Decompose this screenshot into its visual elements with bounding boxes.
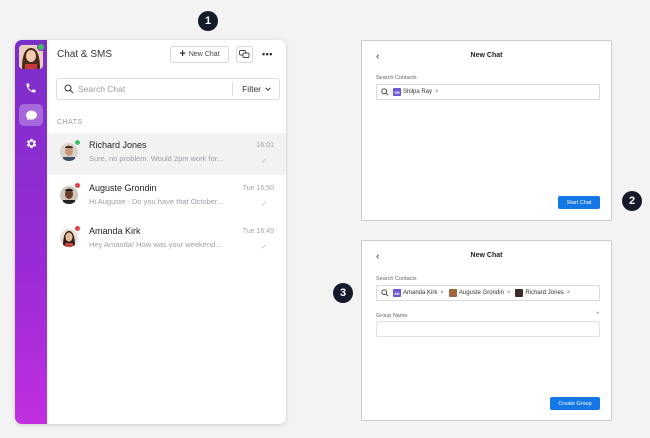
step-badge-3: 3 <box>333 283 353 303</box>
chat-row-richard-jones[interactable]: Richard Jones Sure, no problem. Would 2p… <box>47 133 286 175</box>
token-avatar: AK <box>393 289 401 297</box>
chat-time: 16:01 <box>256 142 274 149</box>
chat-name: Richard Jones <box>89 140 147 150</box>
search-contacts-label: Search Contacts <box>376 276 417 282</box>
status-badge <box>74 225 81 232</box>
check-icon: ✓ <box>261 201 267 208</box>
app-title: Chat & SMS <box>57 49 113 60</box>
new-chat-dialog-single: ‹ New Chat Search Contacts SR Shilpa Ray… <box>361 40 612 221</box>
chat-name: Auguste Grondin <box>89 183 157 193</box>
plus-icon: + <box>179 48 186 60</box>
chat-time: Tue 16:49 <box>242 228 274 235</box>
contact-token: Richard Jones × <box>515 289 570 297</box>
search-chat-input[interactable]: Search Chat Filter <box>56 78 280 100</box>
search-contacts-input[interactable]: AK Amanda Kirk × Auguste Grondin × Richa… <box>376 285 600 301</box>
search-icon <box>64 84 74 94</box>
remove-token-icon[interactable]: × <box>440 290 444 296</box>
online-status-dot <box>37 43 45 51</box>
chats-section-label: CHATS <box>57 119 83 126</box>
group-name-label: Group Name <box>376 313 408 319</box>
group-name-input[interactable] <box>376 321 600 337</box>
remove-token-icon[interactable]: × <box>507 290 511 296</box>
chat-time: Tue 16:50 <box>242 185 274 192</box>
check-icon: ✓ <box>261 244 267 251</box>
nav-rail <box>15 40 47 424</box>
create-group-button[interactable]: Create Group <box>550 397 600 410</box>
contact-token: SR Shilpa Ray × <box>393 88 439 96</box>
more-options-icon[interactable]: ••• <box>262 49 273 59</box>
contact-token: Auguste Grondin × <box>448 289 511 297</box>
chat-app-window: Chat & SMS + New Chat ••• Search Chat Fi… <box>15 40 286 424</box>
check-icon: ✓ <box>261 158 267 165</box>
token-name: Shilpa Ray <box>403 89 433 95</box>
start-chat-button[interactable]: Start Chat <box>558 196 600 209</box>
phone-icon[interactable] <box>21 78 41 98</box>
group-chat-button[interactable] <box>236 46 253 63</box>
chat-panel: Chat & SMS + New Chat ••• Search Chat Fi… <box>47 40 286 424</box>
search-contacts-input[interactable]: SR Shilpa Ray × <box>376 84 600 100</box>
remove-token-icon[interactable]: × <box>567 290 571 296</box>
token-avatar <box>448 289 457 297</box>
filter-label: Filter <box>242 84 261 94</box>
status-badge <box>74 139 81 146</box>
dialog-title: New Chat <box>470 52 503 59</box>
chat-row-amanda-kirk[interactable]: Amanda Kirk Hey Amanda! How was your wee… <box>47 219 286 261</box>
status-badge <box>74 182 81 189</box>
search-icon <box>381 88 389 96</box>
gear-icon[interactable] <box>21 133 41 153</box>
token-avatar: SR <box>393 88 401 96</box>
token-name: Amanda Kirk <box>403 290 438 296</box>
contact-token: AK Amanda Kirk × <box>393 289 444 297</box>
chat-name: Amanda Kirk <box>89 226 141 236</box>
chat-bubble-icon[interactable] <box>19 104 43 126</box>
step-badge-1: 1 <box>198 11 218 31</box>
required-mark: * <box>596 312 599 318</box>
search-contacts-label: Search Contacts <box>376 75 417 81</box>
chat-bubbles-icon <box>239 50 250 58</box>
search-placeholder: Search Chat <box>78 84 126 94</box>
new-chat-label: New Chat <box>188 51 220 58</box>
new-chat-dialog-group: ‹ New Chat Search Contacts AK Amanda Kir… <box>361 240 612 421</box>
search-icon <box>381 289 389 297</box>
remove-token-icon[interactable]: × <box>435 89 439 95</box>
chat-row-auguste-grondin[interactable]: Auguste Grondin Hi Auguste - Do you have… <box>47 176 286 218</box>
step-badge-2: 2 <box>622 191 642 211</box>
token-name: Richard Jones <box>525 290 564 296</box>
token-avatar <box>515 289 524 297</box>
dialog-title: New Chat <box>470 252 503 259</box>
chat-preview: Sure, no problem. Would 2pm work for... <box>89 154 224 163</box>
filter-dropdown[interactable]: Filter <box>233 84 279 94</box>
token-name: Auguste Grondin <box>458 290 504 296</box>
new-chat-button[interactable]: + New Chat <box>170 46 229 63</box>
chevron-down-icon <box>265 87 271 91</box>
chat-preview: Hi Auguste - Do you have that October... <box>89 197 224 206</box>
chat-preview: Hey Amanda! How was your weekend... <box>89 240 222 249</box>
